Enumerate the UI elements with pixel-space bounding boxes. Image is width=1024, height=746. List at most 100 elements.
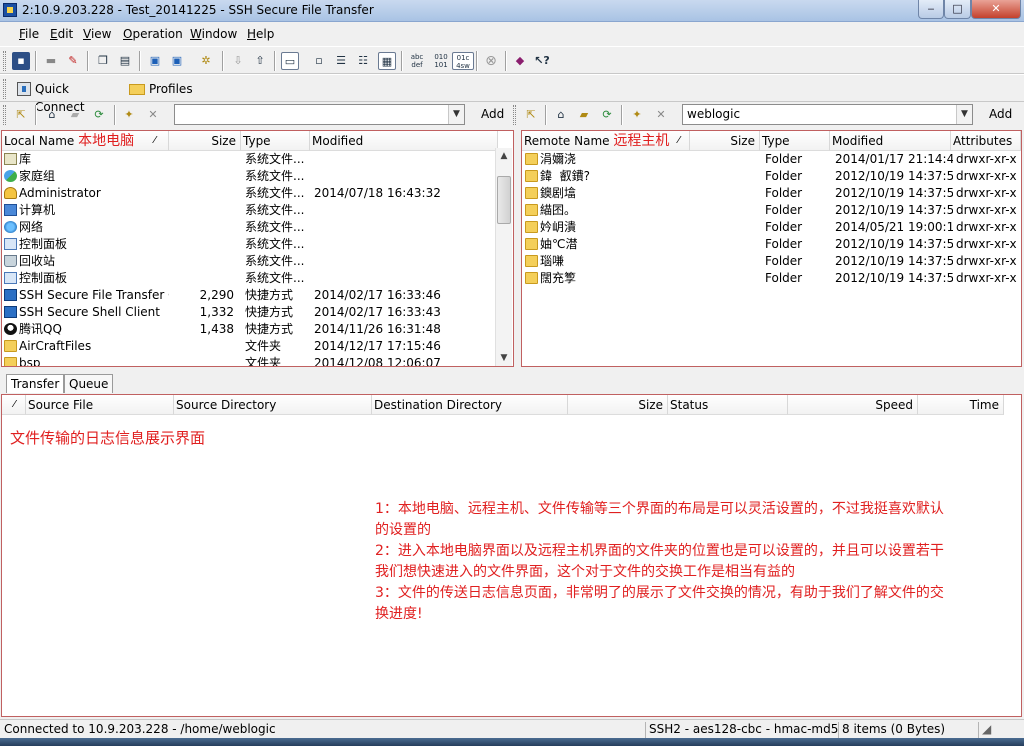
view-small-icons-icon[interactable]: ▫ (310, 52, 328, 70)
binary-mode-icon[interactable]: 010 101 (430, 52, 452, 70)
toolbar-separator (476, 51, 477, 71)
remote-modified-column-header[interactable]: Modified (830, 131, 951, 151)
upload-icon[interactable]: ⇧ (251, 52, 269, 70)
view-tree-icon[interactable]: ▦ (378, 52, 396, 70)
menu-file[interactable]: File (19, 27, 39, 41)
remote-home-icon[interactable]: ⌂ (552, 106, 570, 124)
local-add-button[interactable]: Add (481, 104, 504, 125)
toolbar-separator (139, 51, 140, 71)
folder-icon (525, 187, 538, 199)
local-scrollbar[interactable]: ▲ ▼ (495, 148, 512, 366)
view-list-icon[interactable]: ☰ (332, 52, 350, 70)
remote-bar-grip[interactable] (513, 105, 516, 125)
print-icon[interactable]: ▬ (42, 52, 60, 70)
remote-attributes-column-header[interactable]: Attributes (951, 131, 1021, 151)
chevron-down-icon[interactable]: ▼ (496, 350, 512, 366)
remote-delete-icon[interactable]: ✕ (652, 106, 670, 124)
source-file-column-header[interactable]: Source File (26, 395, 174, 415)
chevron-down-icon[interactable]: ▼ (956, 105, 972, 124)
quick-connect-icon (17, 82, 31, 96)
toolbar-separator (222, 51, 223, 71)
source-directory-column-header[interactable]: Source Directory (174, 395, 372, 415)
control-panel-icon (4, 238, 17, 250)
folder-icon (525, 272, 538, 284)
toolbar-separator (401, 51, 402, 71)
menu-view[interactable]: View (83, 27, 111, 41)
view-large-icons-icon[interactable]: ▭ (281, 52, 299, 70)
new-file-transfer-icon[interactable]: ▣ (168, 52, 186, 70)
network-icon (4, 221, 17, 233)
local-bar-grip[interactable] (3, 105, 6, 125)
copy-icon[interactable]: ❐ (94, 52, 112, 70)
tab-queue[interactable]: Queue (64, 374, 114, 393)
scroll-thumb[interactable] (497, 176, 511, 224)
local-type-column-header[interactable]: Type (241, 131, 310, 151)
disconnect-icon[interactable]: ✎ (64, 52, 82, 70)
folder-icon (525, 170, 538, 182)
minimize-button[interactable]: ‒ (918, 0, 944, 19)
remote-path-combo[interactable]: weblogic ▼ (682, 104, 973, 125)
size-column-header[interactable]: Size (568, 395, 668, 415)
menu-window[interactable]: Window (190, 27, 237, 41)
status-bar: Connected to 10.9.203.228 - /home/weblog… (0, 719, 1024, 738)
remote-up-folder-icon[interactable]: ⇱ (522, 106, 540, 124)
maximize-button[interactable]: □ (944, 0, 971, 19)
transfer-log-annotation: 文件传输的日志信息展示界面 (10, 429, 206, 447)
local-path-combo[interactable]: ▼ (174, 104, 465, 125)
status-column-header[interactable]: Status (668, 395, 788, 415)
chevron-down-icon[interactable]: ▼ (448, 105, 464, 124)
toolbar-grip[interactable] (3, 79, 6, 99)
help-book-icon[interactable]: ◆ (511, 52, 529, 70)
local-refresh-icon[interactable]: ⟳ (90, 106, 108, 124)
toolbar-grip[interactable] (3, 51, 6, 71)
local-file-panel: Local Name 本地电脑 ⁄ Size Type Modified 库系统… (1, 130, 514, 367)
remote-annotation: 远程主机 (613, 133, 670, 149)
remote-refresh-icon[interactable]: ⟳ (598, 106, 616, 124)
local-up-folder-icon[interactable]: ⇱ (12, 106, 30, 124)
local-new-folder-icon[interactable]: ✦ (120, 106, 138, 124)
menu-operation[interactable]: Operation (123, 27, 183, 41)
computer-icon (4, 204, 17, 216)
window-title: 2:10.9.203.228 - Test_20141225 - SSH Sec… (22, 3, 374, 17)
speed-column-header[interactable]: Speed (788, 395, 918, 415)
remote-name-column-header[interactable]: Remote Name 远程主机 ⁄ (522, 131, 690, 151)
remote-parent-folder-icon[interactable]: ▰ (575, 106, 593, 124)
ascii-mode-icon[interactable]: abc def (406, 52, 428, 70)
local-size-column-header[interactable]: Size (169, 131, 241, 151)
local-name-column-header[interactable]: Local Name 本地电脑 ⁄ (2, 131, 169, 151)
remote-new-folder-icon[interactable]: ✦ (628, 106, 646, 124)
resize-grip-icon[interactable]: ◢ (978, 722, 1022, 738)
toolbar-separator (545, 105, 546, 125)
transfer-sort-header[interactable]: ⁄ (2, 395, 26, 415)
view-details-icon[interactable]: ☷ (354, 52, 372, 70)
remote-type-column-header[interactable]: Type (760, 131, 830, 151)
time-column-header[interactable]: Time (918, 395, 1004, 415)
remote-size-column-header[interactable]: Size (690, 131, 760, 151)
folder-icon (525, 204, 538, 216)
tab-transfer[interactable]: Transfer (6, 374, 65, 393)
remote-add-button[interactable]: Add (989, 104, 1012, 125)
paste-icon[interactable]: ▤ (116, 52, 134, 70)
profiles-toolbar: Quick Connect Profiles (0, 74, 1024, 114)
context-help-icon[interactable]: ↖? (533, 52, 551, 70)
auto-mode-icon[interactable]: 01c 4sw (452, 52, 474, 70)
note-line: 我们想快速进入的文件界面，这个对于文件的交换工作是相当有益的 (375, 564, 795, 580)
local-parent-folder-icon[interactable]: ▰ (66, 106, 84, 124)
menu-help[interactable]: Help (247, 27, 274, 41)
download-icon[interactable]: ⇩ (229, 52, 247, 70)
quick-connect-button[interactable]: Quick Connect (13, 80, 121, 114)
remote-path-value: weblogic (687, 107, 741, 121)
new-terminal-icon[interactable]: ▣ (146, 52, 164, 70)
sort-indicator-icon: ⁄ (678, 135, 680, 146)
local-delete-icon[interactable]: ✕ (144, 106, 162, 124)
destination-directory-column-header[interactable]: Destination Directory (372, 395, 568, 415)
profiles-button[interactable]: Profiles (127, 80, 197, 100)
settings-icon[interactable]: ✲ (197, 52, 215, 70)
chevron-up-icon[interactable]: ▲ (496, 148, 512, 164)
menu-edit[interactable]: Edit (50, 27, 73, 41)
close-button[interactable]: ✕ (971, 0, 1021, 19)
local-home-icon[interactable]: ⌂ (43, 106, 61, 124)
stop-icon[interactable]: ⊗ (482, 52, 500, 70)
save-icon[interactable]: ▪ (12, 52, 30, 70)
local-modified-column-header[interactable]: Modified (310, 131, 498, 151)
